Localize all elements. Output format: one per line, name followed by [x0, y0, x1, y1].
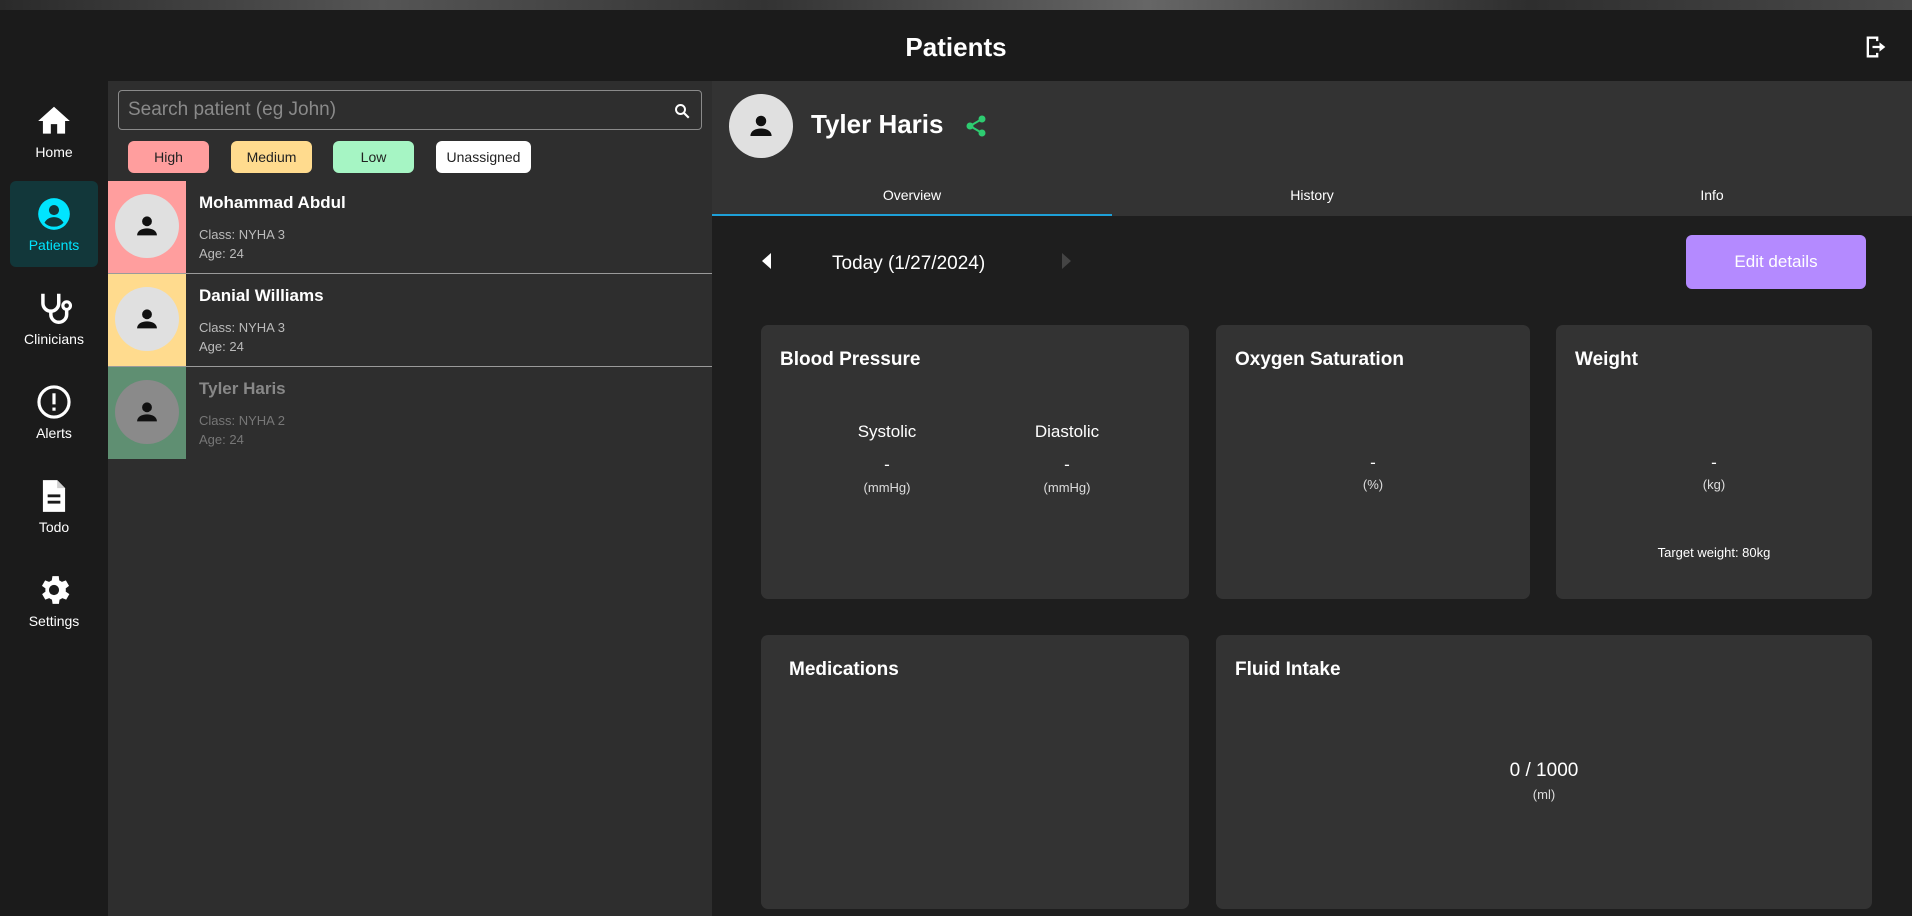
sidebar-item-home[interactable]: Home — [10, 88, 98, 174]
sidebar: Home Patients Clinicians Alerts Todo Set… — [0, 81, 108, 916]
patient-row[interactable]: Mohammad Abdul Class: NYHA 3 Age: 24 — [108, 181, 712, 274]
oxygen-saturation-card: Oxygen Saturation - (%) — [1216, 325, 1530, 599]
stethoscope-icon — [41, 293, 73, 324]
patient-age: Age: 24 — [199, 246, 244, 261]
person-icon — [750, 115, 772, 136]
diastolic-value: - — [1064, 455, 1070, 474]
patient-class: Class: NYHA 3 — [199, 320, 285, 335]
person-icon — [137, 402, 157, 422]
patient-row[interactable]: Danial Williams Class: NYHA 3 Age: 24 — [108, 274, 712, 367]
patient-name: Tyler Haris — [199, 379, 286, 398]
patient-name: Mohammad Abdul — [199, 193, 346, 212]
target-weight: Target weight: 80kg — [1657, 545, 1771, 560]
sidebar-item-alerts[interactable]: Alerts — [10, 369, 98, 455]
share-icon[interactable] — [964, 114, 988, 138]
filter-medium-button[interactable]: Medium — [231, 141, 312, 173]
filter-low-button[interactable]: Low — [333, 141, 414, 173]
systolic-label: Systolic — [857, 422, 917, 441]
tab-history[interactable]: History — [1112, 185, 1512, 216]
sidebar-item-label: Patients — [28, 237, 80, 253]
patient-age: Age: 24 — [199, 432, 244, 447]
oxygen-value: - — [1370, 453, 1376, 472]
card-title: Oxygen Saturation — [1235, 349, 1404, 370]
patient-name: Danial Williams — [199, 286, 324, 305]
document-icon — [42, 480, 66, 512]
page-title: Patients — [905, 32, 1007, 62]
systolic-value: - — [884, 455, 890, 474]
window-top-strip — [0, 0, 1912, 10]
patient-detail-panel: Tyler Haris Overview History Info Today … — [712, 81, 1912, 916]
avatar — [115, 194, 179, 258]
fluid-unit: (ml) — [1532, 787, 1556, 802]
weight-unit: (kg) — [1702, 477, 1726, 492]
tab-info[interactable]: Info — [1512, 185, 1912, 216]
fluid-intake-card: Fluid Intake 0 / 1000 (ml) — [1216, 635, 1872, 909]
sidebar-item-patients[interactable]: Patients — [10, 181, 98, 267]
weight-card: Weight - (kg) Target weight: 80kg — [1556, 325, 1872, 599]
avatar — [115, 380, 179, 444]
app-header: Patients — [0, 10, 1912, 81]
patient-class: Class: NYHA 3 — [199, 227, 285, 242]
previous-day-icon[interactable] — [759, 251, 775, 271]
diastolic-unit: (mmHg) — [1043, 480, 1091, 495]
search-icon[interactable] — [673, 102, 691, 120]
patient-list-panel: High Medium Low Unassigned Mohammad Abdu… — [108, 81, 712, 916]
sidebar-item-label: Home — [35, 144, 73, 160]
fluid-value: 0 / 1000 — [1509, 760, 1579, 781]
filter-unassigned-button[interactable]: Unassigned — [436, 141, 531, 173]
patient-class: Class: NYHA 2 — [199, 413, 285, 428]
search-input[interactable] — [119, 91, 701, 129]
card-title: Medications — [789, 659, 899, 680]
gear-icon — [41, 576, 70, 604]
search-box — [118, 90, 702, 130]
weight-value: - — [1711, 453, 1717, 472]
card-title: Blood Pressure — [780, 349, 921, 370]
sidebar-item-clinicians[interactable]: Clinicians — [10, 275, 98, 361]
logout-icon[interactable] — [1862, 33, 1890, 61]
avatar — [115, 287, 179, 351]
edit-details-button[interactable]: Edit details — [1686, 235, 1866, 289]
sidebar-item-todo[interactable]: Todo — [10, 463, 98, 549]
patient-age: Age: 24 — [199, 339, 244, 354]
person-icon — [137, 309, 157, 329]
alert-circle-icon — [37, 385, 71, 419]
diastolic-label: Diastolic — [1034, 422, 1100, 441]
blood-pressure-card: Blood Pressure Systolic - (mmHg) Diastol… — [761, 325, 1189, 599]
systolic-unit: (mmHg) — [863, 480, 911, 495]
tab-overview[interactable]: Overview — [712, 185, 1112, 216]
current-date: Today (1/27/2024) — [832, 253, 986, 274]
card-title: Fluid Intake — [1235, 659, 1341, 680]
sidebar-item-settings[interactable]: Settings — [10, 557, 98, 643]
patient-header: Tyler Haris Overview History Info — [712, 81, 1912, 216]
filter-high-button[interactable]: High — [128, 141, 209, 173]
oxygen-unit: (%) — [1362, 477, 1384, 492]
patient-name-title: Tyler Haris — [811, 109, 944, 139]
sidebar-item-label: Settings — [28, 613, 80, 629]
card-title: Weight — [1575, 349, 1638, 370]
medications-card: Medications — [761, 635, 1189, 909]
sidebar-item-label: Alerts — [36, 425, 72, 441]
next-day-icon[interactable] — [1058, 251, 1074, 271]
person-icon — [137, 216, 157, 236]
avatar — [729, 94, 793, 158]
sidebar-item-label: Todo — [38, 519, 70, 535]
account-circle-icon — [38, 198, 70, 230]
patient-row[interactable]: Tyler Haris Class: NYHA 2 Age: 24 — [108, 367, 712, 460]
home-icon — [38, 106, 70, 134]
sidebar-item-label: Clinicians — [24, 331, 84, 347]
